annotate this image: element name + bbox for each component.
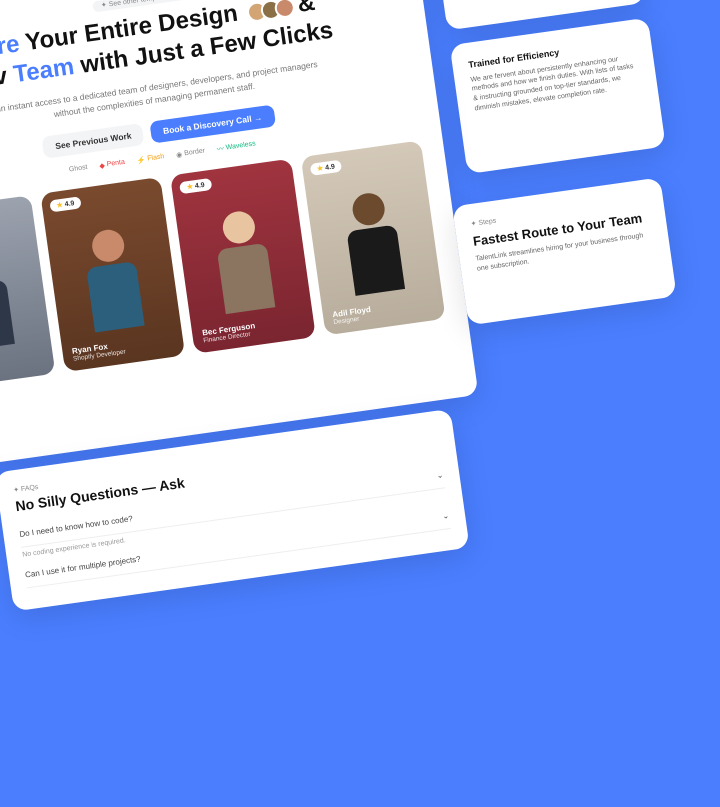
chevron-down-icon: ⌄ <box>436 470 444 480</box>
see-work-button[interactable]: See Previous Work <box>42 122 145 158</box>
profile-card[interactable]: 4.9Bec FergusonFinance Director <box>170 158 315 353</box>
profile-card[interactable]: 4.9Ryan FoxShopify Developer <box>40 176 185 371</box>
book-call-button[interactable]: Book a Discovery Call → <box>150 104 276 143</box>
main-hero-card: TalentLink Steps Statistics Features Too… <box>0 0 479 473</box>
profile-grid: 4.9Isla AndersonMarketing 4.9Ryan FoxSho… <box>0 140 446 390</box>
trained-card: Trained for Efficiency We are fervent ab… <box>450 18 666 175</box>
profile-card[interactable]: 4.9Adil FloydDesigner <box>300 140 445 335</box>
route-card: ✦ Steps Fastest Route to Your Team Talen… <box>452 177 677 325</box>
chevron-down-icon: ⌄ <box>442 511 450 521</box>
